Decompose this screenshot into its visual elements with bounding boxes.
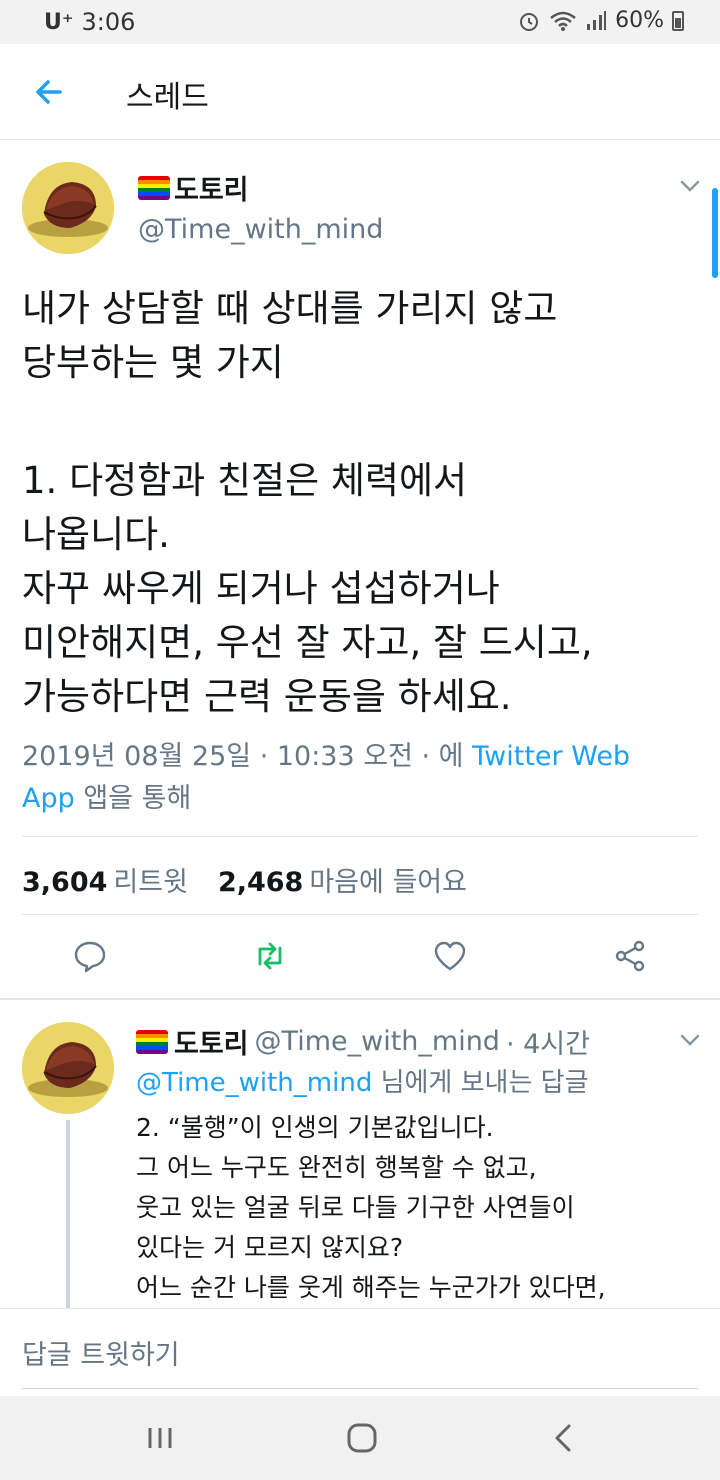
top-bar: 스레드 [0, 44, 720, 140]
battery-icon [672, 10, 684, 31]
clock: 3:06 [81, 8, 136, 36]
battery-percent: 60% [615, 8, 664, 33]
carrier-label: U⁺ [44, 9, 74, 35]
section-divider [0, 998, 720, 1000]
reply-input[interactable]: 답글 트윗하기 [22, 1333, 698, 1389]
reply-line: 있다는 거 모르지 않지요? [136, 1233, 404, 1262]
tweet-line: 내가 상담할 때 상대를 가리지 않고 [22, 287, 558, 330]
signal-icon [587, 10, 607, 30]
retweet-count[interactable]: 3,604 [22, 867, 107, 898]
author-handle[interactable]: @Time_with_mind [138, 214, 383, 245]
divider [22, 914, 698, 915]
back-button[interactable] [30, 72, 70, 112]
tweet-actions [0, 932, 720, 992]
source-link-cont[interactable]: App [22, 783, 75, 814]
tweet-line: 가능하다면 근력 운동을 하세요. [22, 675, 512, 718]
home-icon[interactable] [340, 1416, 384, 1460]
arrow-left-icon [36, 80, 62, 104]
chevron-down-icon[interactable] [676, 172, 704, 200]
scrollbar[interactable] [712, 188, 718, 278]
rainbow-flag-icon [138, 175, 170, 200]
tweet-line: 당부하는 몇 가지 [22, 341, 284, 384]
retweet-icon[interactable] [252, 938, 288, 974]
reply-text: 2. “불행”이 인생의 기본값입니다. 그 어느 누구도 완전히 행복할 수 … [136, 1108, 706, 1308]
reply-line: 2. “불행”이 인생의 기본값입니다. [136, 1113, 494, 1142]
reply-line: 웃고 있는 얼굴 뒤로 다들 기구한 사연들이 [136, 1193, 575, 1222]
tweet-line: 나옵니다. [22, 513, 170, 556]
chevron-down-icon[interactable] [676, 1026, 704, 1054]
tweet-line: 자꾸 싸우게 되거나 섭섭하거나 [22, 567, 500, 610]
acorn-image [22, 1022, 114, 1114]
source-link[interactable]: Twitter Web [472, 741, 630, 772]
tweet-stats: 3,604 리트윗 2,468 마음에 들어요 [22, 860, 467, 899]
tweet-text: 내가 상담할 때 상대를 가리지 않고 당부하는 몇 가지 1. 다정함과 친절… [22, 282, 702, 724]
reply-composer: 답글 트윗하기 [0, 1308, 720, 1396]
replying-to: @Time_with_mind 님에게 보내는 답글 [136, 1062, 588, 1099]
status-bar: U⁺ 3:06 60% [0, 0, 720, 44]
display-name: 도토리 [174, 175, 249, 206]
recent-apps-icon[interactable] [138, 1416, 182, 1460]
reply-to-handle[interactable]: @Time_with_mind [136, 1068, 372, 1098]
share-icon[interactable] [612, 938, 648, 974]
like-label[interactable]: 마음에 들어요 [309, 860, 467, 899]
nav-back-icon[interactable] [542, 1416, 586, 1460]
author-name-row[interactable]: 도토리 [138, 168, 249, 207]
reply-line: 어느 순간 나를 웃게 해주는 누군가가 있다면, [136, 1273, 606, 1302]
reply-time: · 4시간 [505, 1029, 590, 1060]
tweet-line: 1. 다정함과 친절은 체력에서 [22, 459, 468, 502]
tweet-meta: 2019년 08월 25일 · 10:33 오전 · 에 Twitter Web… [22, 736, 692, 820]
comment-icon[interactable] [72, 938, 108, 974]
reply-line: 그 어느 누구도 완전히 행복할 수 없고, [136, 1153, 537, 1182]
avatar[interactable] [22, 162, 114, 254]
heart-icon[interactable] [432, 938, 468, 974]
thread-line [66, 1120, 70, 1310]
navigation-bar [0, 1396, 720, 1480]
wifi-icon [550, 11, 576, 31]
acorn-image [22, 162, 114, 254]
page-title: 스레드 [126, 80, 209, 115]
reply-avatar[interactable] [22, 1022, 114, 1114]
alarm-icon [520, 12, 539, 31]
like-count[interactable]: 2,468 [218, 867, 303, 898]
reply-header[interactable]: 도토리 @Time_with_mind · 4시간 [136, 1022, 590, 1061]
reply-handle: @Time_with_mind [254, 1026, 500, 1057]
reply-to-suffix: 님에게 보내는 답글 [380, 1068, 589, 1098]
retweet-label[interactable]: 리트윗 [113, 860, 188, 899]
divider [22, 836, 698, 837]
timestamp: 2019년 08월 25일 · 10:33 오전 · 에 [22, 741, 464, 772]
tweet-line: 미안해지면, 우선 잘 자고, 잘 드시고, [22, 621, 593, 664]
source-suffix: 앱을 통해 [83, 783, 192, 814]
reply-display-name: 도토리 [174, 1029, 249, 1060]
rainbow-flag-icon [136, 1029, 168, 1054]
